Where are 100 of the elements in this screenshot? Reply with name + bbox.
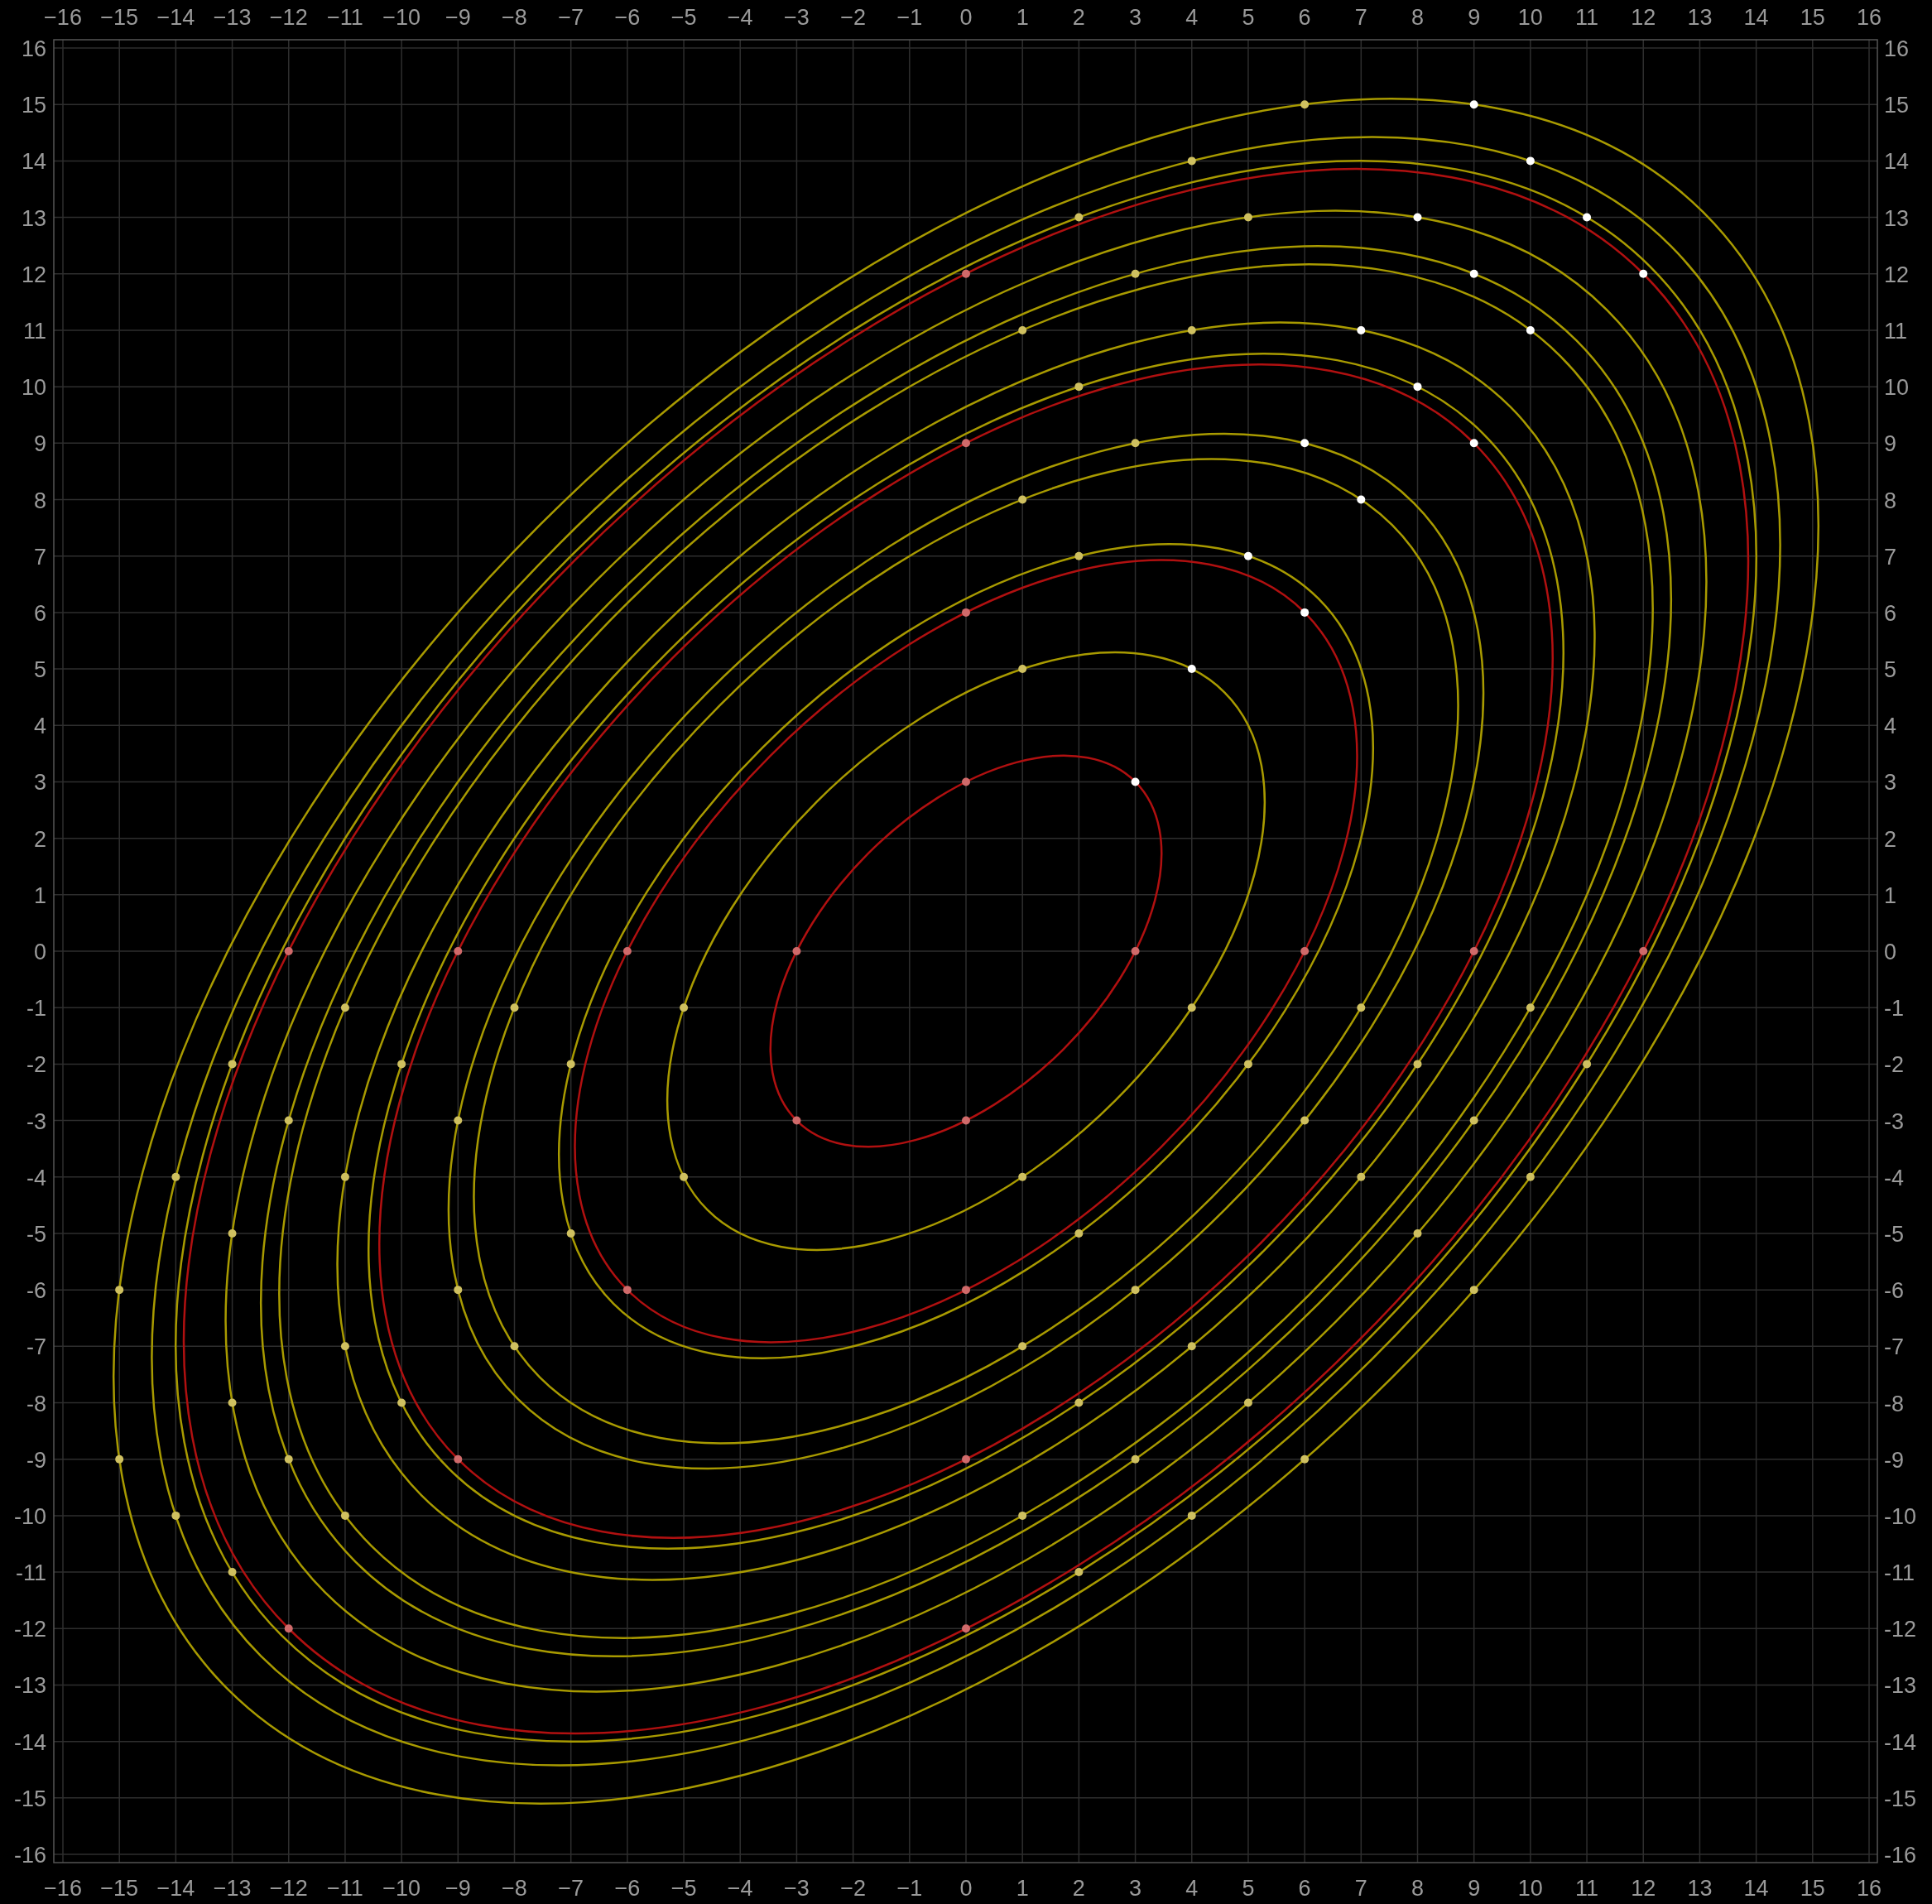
axis-tick-label: 10 <box>21 375 46 401</box>
axis-tick-label: 15 <box>1800 5 1825 30</box>
axis-tick-label: −16 <box>44 5 82 30</box>
axis-tick-label: −14 <box>156 5 195 30</box>
axis-tick-label: -2 <box>1884 1052 1904 1078</box>
axis-tick-label: 12 <box>21 262 46 287</box>
axis-tick-label: 7 <box>1354 5 1367 30</box>
axis-tick-label: −1 <box>896 1876 923 1901</box>
axis-tick-label: -6 <box>26 1278 46 1304</box>
axis-tick-label: 4 <box>1185 1876 1199 1901</box>
axis-tick-label: −1 <box>896 5 923 30</box>
axis-tick-label: −4 <box>727 5 753 30</box>
axis-tick-label: 3 <box>1129 5 1142 30</box>
axis-tick-label: −13 <box>213 1876 252 1901</box>
axis-tick-label: -3 <box>1884 1108 1904 1134</box>
axis-tick-label: 9 <box>1884 431 1897 457</box>
axis-tick-label: -2 <box>26 1052 46 1078</box>
axis-tick-label: −15 <box>100 1876 139 1901</box>
axis-tick-label: 7 <box>1884 544 1897 570</box>
axis-tick-label: 16 <box>1857 5 1882 30</box>
axis-tick-label: 16 <box>1857 1876 1882 1901</box>
axis-tick-label: 5 <box>1242 1876 1255 1901</box>
axis-tick-label: 10 <box>1517 1876 1543 1901</box>
axis-tick-label: −5 <box>670 1876 697 1901</box>
axis-tick-label: 7 <box>1354 1876 1367 1901</box>
axis-tick-label: −9 <box>445 5 471 30</box>
axis-tick-label: 7 <box>33 544 46 570</box>
axis-tick-label: -14 <box>13 1729 46 1755</box>
axis-tick-label: 15 <box>1800 1876 1825 1901</box>
axis-tick-label: -8 <box>1884 1391 1904 1416</box>
axis-tick-label: 12 <box>1884 262 1910 287</box>
axis-tick-label: −3 <box>784 1876 810 1901</box>
axis-tick-label: 14 <box>21 149 46 175</box>
axis-tick-label: −9 <box>445 1876 471 1901</box>
axis-tick-label: 3 <box>1884 770 1897 796</box>
axis-tick-label: 3 <box>33 770 46 796</box>
axis-tick-label: −7 <box>558 1876 584 1901</box>
axis-tick-label: -3 <box>26 1108 46 1134</box>
axis-tick-label: −10 <box>382 5 421 30</box>
axis-tick-label: -14 <box>1884 1729 1917 1755</box>
axis-tick-label: 11 <box>1575 5 1599 30</box>
axis-tick-label: -9 <box>26 1447 46 1473</box>
axis-tick-label: 2 <box>1884 826 1897 852</box>
axis-tick-label: 2 <box>1072 5 1085 30</box>
axis-tick-label: −6 <box>614 1876 641 1901</box>
axis-tick-label: −13 <box>213 5 252 30</box>
axis-tick-label: −12 <box>269 1876 308 1901</box>
axis-tick-label: 10 <box>1884 375 1910 401</box>
axis-tick-label: 9 <box>33 431 46 457</box>
axis-tick-label: 4 <box>1185 5 1199 30</box>
axis-tick-label: −7 <box>558 5 584 30</box>
axis-tick-label: -10 <box>1884 1503 1917 1529</box>
axis-tick-label: 6 <box>1298 5 1311 30</box>
axis-tick-label: 1 <box>1016 5 1029 30</box>
axis-tick-label: 11 <box>1575 1876 1599 1901</box>
axis-tick-label: -16 <box>13 1843 46 1868</box>
axis-tick-label: 16 <box>21 36 46 61</box>
axis-tick-label: 2 <box>1072 1876 1085 1901</box>
axis-tick-label: −11 <box>327 1876 363 1901</box>
axis-tick-label: 11 <box>22 318 46 344</box>
axis-tick-label: -1 <box>26 996 46 1022</box>
axis-tick-label: 0 <box>959 1876 973 1901</box>
axis-tick-label: 10 <box>1517 5 1543 30</box>
axis-tick-label: 1 <box>1016 1876 1029 1901</box>
axis-tick-label: 13 <box>1687 5 1713 30</box>
axis-tick-label: -4 <box>1884 1165 1904 1190</box>
axis-tick-label: 0 <box>33 940 46 964</box>
axis-tick-label: −2 <box>840 1876 866 1901</box>
axis-tick-label: 9 <box>1468 1876 1481 1901</box>
axis-tick-label: 6 <box>33 600 46 626</box>
axis-tick-label: 13 <box>21 205 46 231</box>
axis-tick-label: -13 <box>13 1673 46 1699</box>
axis-tick-label: −6 <box>614 5 641 30</box>
axis-tick-label: -11 <box>1884 1560 1915 1586</box>
axis-tick-label: 8 <box>33 488 46 513</box>
axis-tick-label: 1 <box>33 882 46 908</box>
axis-tick-label: -6 <box>1884 1278 1904 1304</box>
axis-tick-label: −8 <box>502 1876 527 1901</box>
axis-tick-label: 5 <box>1884 657 1897 683</box>
axis-tick-label: -13 <box>1884 1673 1917 1699</box>
axis-tick-label: -5 <box>26 1221 46 1247</box>
axis-tick-label: 6 <box>1884 600 1897 626</box>
axis-tick-label: −11 <box>327 5 363 30</box>
axis-tick-label: −15 <box>100 5 139 30</box>
axis-tick-label: -7 <box>1884 1334 1904 1360</box>
axis-tick-label: −3 <box>784 5 810 30</box>
axis-tick-label: 9 <box>1468 5 1481 30</box>
axis-tick-label: -15 <box>13 1786 46 1811</box>
axis-tick-label: 4 <box>1884 714 1897 739</box>
axis-tick-label: -11 <box>15 1560 46 1586</box>
axis-tick-label: -5 <box>1884 1221 1904 1247</box>
axis-tick-label: -12 <box>13 1617 46 1642</box>
axis-tick-label: -1 <box>1884 996 1904 1022</box>
axis-tick-label: 12 <box>1631 1876 1656 1901</box>
axis-tick-label: 13 <box>1687 1876 1713 1901</box>
axis-tick-label: 2 <box>33 826 46 852</box>
axis-tick-label: −4 <box>727 1876 753 1901</box>
axis-tick-label: 14 <box>1884 149 1910 175</box>
axis-tick-label: -4 <box>26 1165 46 1190</box>
axis-tick-label: 16 <box>1884 36 1910 61</box>
